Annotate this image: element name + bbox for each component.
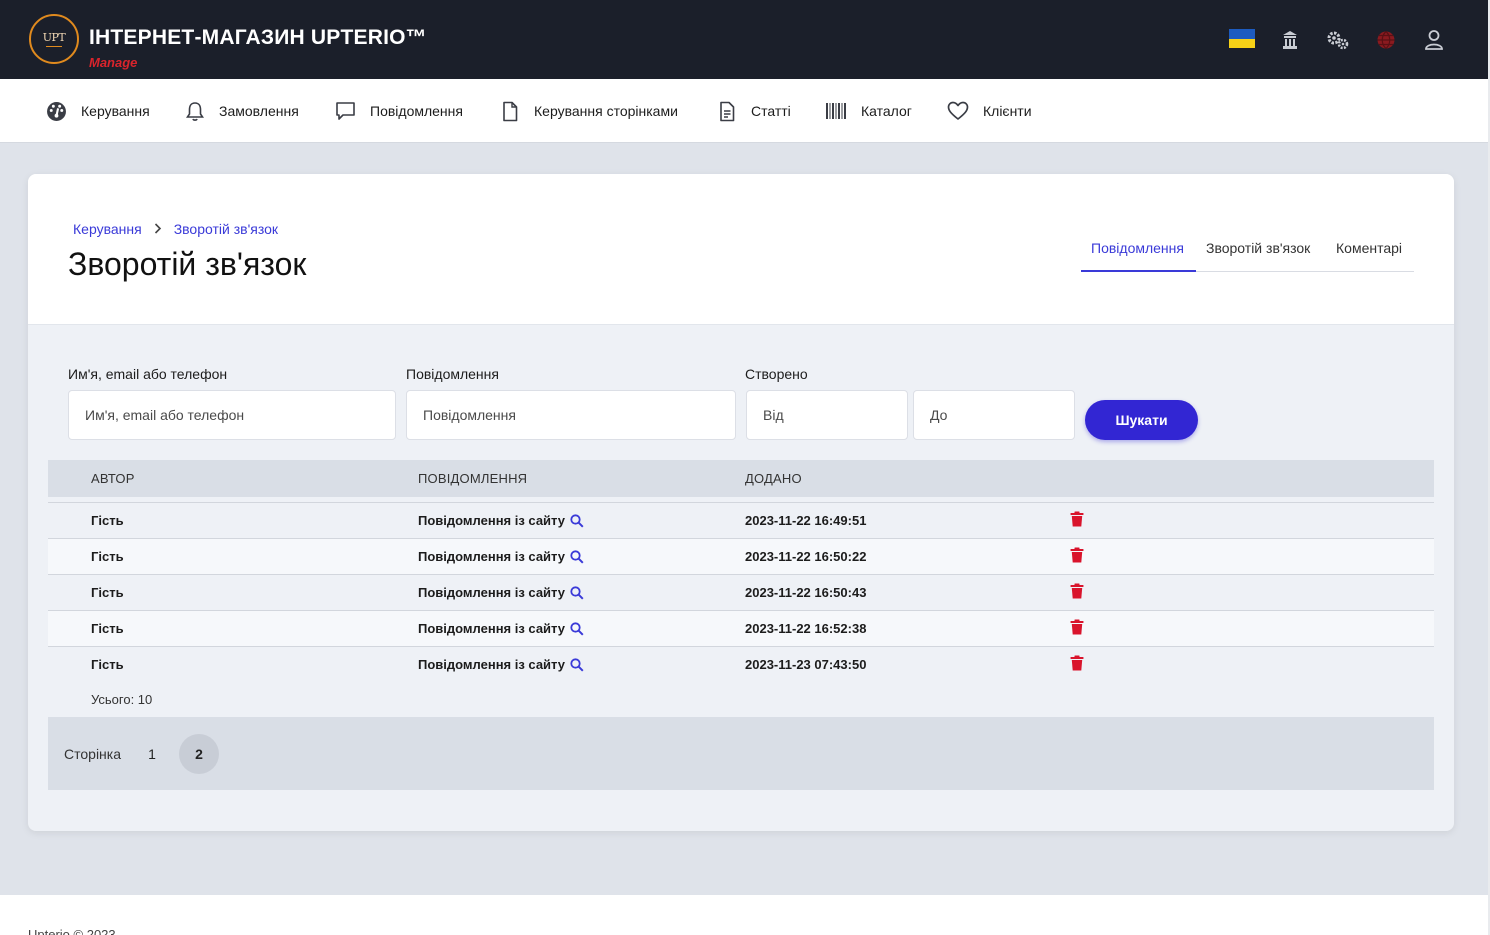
row-message: Повідомлення із сайту (418, 621, 565, 636)
feedback-card: Керування Зворотій зв'язок Зворотій зв'я… (28, 174, 1454, 831)
row-author: Гість (91, 621, 124, 636)
nav-label-messages: Повідомлення (370, 103, 463, 119)
pagination: Сторінка 1 2 (48, 717, 1434, 790)
nav-label-articles: Статті (751, 103, 791, 119)
trash-icon[interactable] (1070, 547, 1084, 568)
logo-text: UPT (42, 31, 66, 44)
row-author: Гість (91, 513, 124, 528)
name-filter-input[interactable] (68, 390, 396, 440)
column-header-added: Додано (745, 471, 802, 486)
table-row: Гість Повідомлення із сайту 2023-11-22 1… (48, 610, 1434, 646)
user-icon[interactable] (1421, 27, 1447, 53)
table-row: Гість Повідомлення із сайту 2023-11-22 1… (48, 502, 1434, 538)
column-header-author: Автор (91, 471, 135, 486)
created-filter-label: Створено (745, 366, 808, 382)
row-message: Повідомлення із сайту (418, 585, 565, 600)
pagination-label: Сторінка (64, 746, 121, 762)
page-button-1[interactable]: 1 (132, 734, 172, 774)
search-button[interactable]: Шукати (1085, 400, 1198, 440)
chevron-right-icon (154, 222, 162, 237)
breadcrumb: Керування Зворотій зв'язок (73, 221, 278, 237)
trash-icon[interactable] (1070, 583, 1084, 604)
table-row: Гість Повідомлення із сайту 2023-11-22 1… (48, 574, 1434, 610)
row-added: 2023-11-22 16:50:43 (745, 585, 867, 600)
nav-label-dashboard: Керування (81, 103, 150, 119)
row-message-link[interactable]: Повідомлення із сайту (418, 513, 584, 528)
main-nav: Керування Замовлення Повідомлення Керува… (0, 79, 1488, 143)
row-message: Повідомлення із сайту (418, 657, 565, 672)
row-message: Повідомлення із сайту (418, 549, 565, 564)
tab-messages[interactable]: Повідомлення (1081, 232, 1196, 272)
barcode-icon (826, 103, 846, 119)
tab-bar: Повідомлення Зворотій зв'язок Коментарі (1081, 232, 1414, 272)
dashboard-icon (47, 101, 66, 121)
tab-comments[interactable]: Коментарі (1336, 232, 1402, 272)
footer-copyright: Upterio © 2023 (28, 927, 116, 935)
nav-item-orders[interactable]: Замовлення (185, 79, 299, 143)
document-icon (720, 101, 735, 121)
nav-item-catalog[interactable]: Каталог (825, 79, 912, 143)
column-header-message: Повідомлення (418, 471, 528, 486)
search-icon (570, 549, 584, 564)
card-header: Керування Зворотій зв'язок Зворотій зв'я… (28, 174, 1454, 325)
heart-icon (947, 101, 969, 120)
total-count: Усього: 10 (91, 692, 153, 707)
gears-icon[interactable] (1325, 27, 1351, 53)
search-icon (570, 513, 584, 528)
table-row: Гість Повідомлення із сайту 2023-11-22 1… (48, 538, 1434, 574)
row-author: Гість (91, 549, 124, 564)
nav-label-pages: Керування сторінками (534, 103, 678, 119)
message-filter-input[interactable] (406, 390, 736, 440)
row-message-link[interactable]: Повідомлення із сайту (418, 585, 584, 600)
search-icon (570, 621, 584, 636)
date-from-input[interactable] (746, 390, 908, 440)
name-filter-label: Им'я, email або телефон (68, 366, 228, 382)
globe-icon[interactable] (1373, 27, 1399, 53)
search-icon (570, 657, 584, 672)
nav-label-clients: Клієнти (983, 103, 1032, 119)
tab-feedback[interactable]: Зворотій зв'язок (1206, 232, 1310, 272)
nav-label-catalog: Каталог (861, 103, 912, 119)
row-added: 2023-11-22 16:52:38 (745, 621, 867, 636)
row-added: 2023-11-22 16:50:22 (745, 549, 867, 564)
table-row: Гість Повідомлення із сайту 2023-11-23 0… (48, 646, 1434, 682)
trash-icon[interactable] (1070, 619, 1084, 640)
date-to-input[interactable] (913, 390, 1075, 440)
brand-title: ІНТЕРНЕТ-МАГАЗИН UPTERIO™ (89, 26, 427, 49)
trash-icon[interactable] (1070, 511, 1084, 532)
nav-item-dashboard[interactable]: Керування (46, 79, 150, 143)
nav-label-orders: Замовлення (219, 103, 299, 119)
brand-subtitle: Manage (89, 55, 138, 70)
trash-icon[interactable] (1070, 655, 1084, 676)
row-message-link[interactable]: Повідомлення із сайту (418, 549, 584, 564)
footer: Upterio © 2023 (0, 895, 1488, 935)
row-message: Повідомлення із сайту (418, 513, 565, 528)
row-message-link[interactable]: Повідомлення із сайту (418, 657, 584, 672)
building-icon[interactable] (1277, 27, 1303, 53)
bell-icon (186, 101, 204, 121)
row-added: 2023-11-23 07:43:50 (745, 657, 867, 672)
logo-underline (46, 46, 62, 47)
top-bar: UPT ІНТЕРНЕТ-МАГАЗИН UPTERIO™ Manage (0, 0, 1488, 79)
row-author: Гість (91, 585, 124, 600)
row-message-link[interactable]: Повідомлення із сайту (418, 621, 584, 636)
breadcrumb-link-dashboard[interactable]: Керування (73, 221, 142, 237)
chat-icon (336, 102, 355, 120)
page-title: Зворотій зв'язок (68, 246, 307, 282)
search-icon (570, 585, 584, 600)
message-filter-label: Повідомлення (406, 366, 499, 382)
logo[interactable]: UPT (29, 14, 79, 64)
nav-item-articles[interactable]: Статті (717, 79, 791, 143)
nav-item-pages[interactable]: Керування сторінками (500, 79, 678, 143)
breadcrumb-link-feedback[interactable]: Зворотій зв'язок (174, 221, 278, 237)
row-author: Гість (91, 657, 124, 672)
row-added: 2023-11-22 16:49:51 (745, 513, 867, 528)
nav-item-clients[interactable]: Клієнти (947, 79, 1032, 143)
page-button-2[interactable]: 2 (179, 734, 219, 774)
page-icon (503, 101, 518, 121)
table-header: Автор Повідомлення Додано (48, 460, 1434, 497)
ukraine-flag-icon[interactable] (1229, 29, 1255, 48)
nav-item-messages[interactable]: Повідомлення (335, 79, 463, 143)
